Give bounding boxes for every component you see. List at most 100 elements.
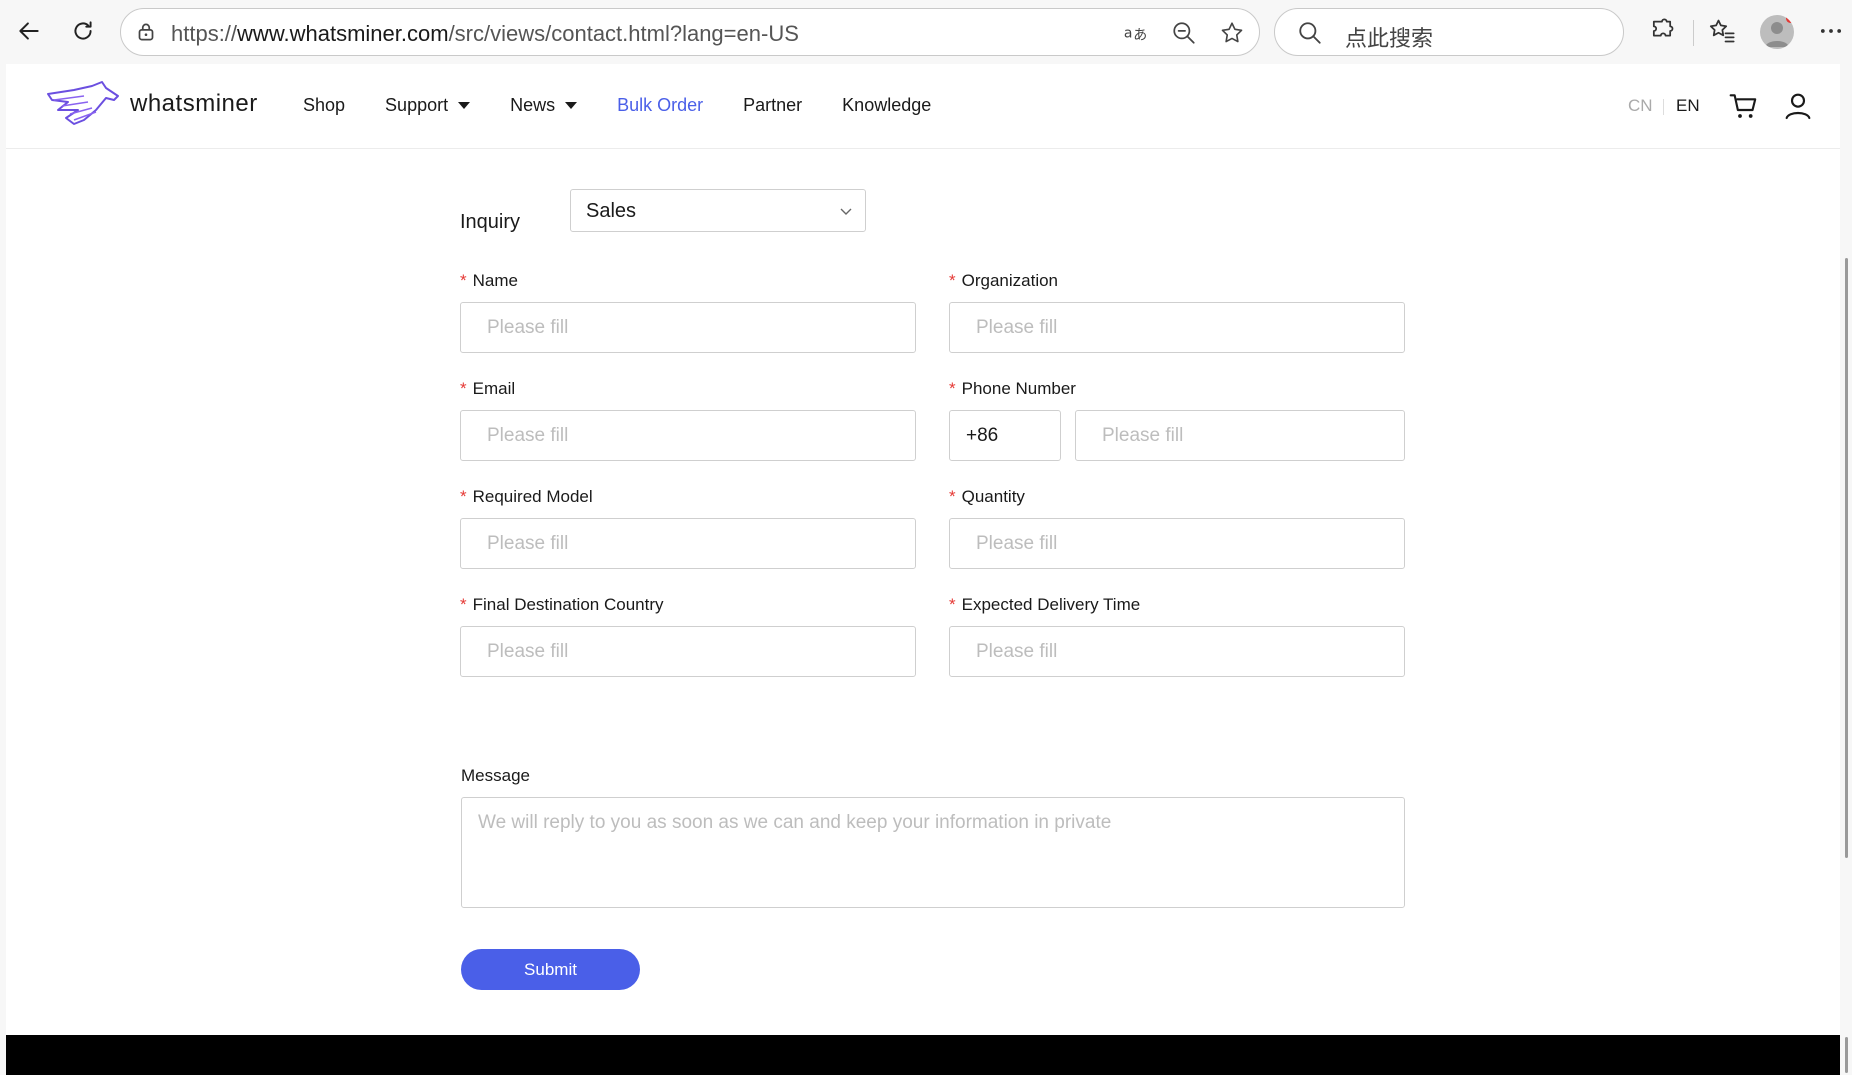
delivery-input[interactable] bbox=[950, 627, 1404, 676]
more-menu-button[interactable] bbox=[1814, 14, 1848, 48]
nav-support[interactable]: Support bbox=[385, 95, 471, 116]
lang-en[interactable]: EN bbox=[1676, 96, 1700, 116]
reload-icon bbox=[74, 21, 92, 40]
cart-icon[interactable] bbox=[1728, 90, 1760, 122]
caret-down-icon bbox=[458, 102, 471, 109]
required-mark: * bbox=[949, 379, 956, 398]
favorites-list-icon bbox=[1709, 19, 1735, 43]
site-footer bbox=[6, 1035, 1840, 1075]
nav-partner-label: Partner bbox=[743, 95, 803, 115]
name-label: Name bbox=[472, 271, 518, 290]
page-scrollbar[interactable] bbox=[1840, 64, 1852, 1075]
nav-knowledge-label: Knowledge bbox=[842, 95, 932, 115]
chevron-down-icon bbox=[840, 208, 852, 215]
favorites-button[interactable] bbox=[1705, 14, 1739, 48]
lang-cn[interactable]: CN bbox=[1628, 96, 1653, 116]
url-domain: www.whatsminer.com bbox=[237, 21, 449, 46]
delivery-field: * Expected Delivery Time bbox=[949, 593, 1405, 677]
quantity-field: * Quantity bbox=[949, 485, 1405, 569]
message-label: Message bbox=[461, 766, 530, 785]
inquiry-selected-value: Sales bbox=[586, 200, 637, 222]
nav-news[interactable]: News bbox=[510, 95, 578, 116]
scrollbar-thumb-secondary[interactable] bbox=[1845, 1037, 1848, 1073]
quantity-input[interactable] bbox=[950, 519, 1404, 568]
name-field: * Name bbox=[460, 269, 916, 353]
model-label: Required Model bbox=[472, 487, 593, 506]
country-code-value: +86 bbox=[966, 425, 999, 446]
inquiry-label: Inquiry bbox=[460, 211, 521, 233]
url-path: /src/views/contact.html?lang=en-US bbox=[448, 21, 799, 46]
site-header: whatsminer Shop Support News Bulk Order … bbox=[6, 64, 1840, 149]
toolbar-divider bbox=[1693, 20, 1694, 46]
phone-input[interactable] bbox=[1076, 411, 1404, 460]
brand-name: whatsminer bbox=[130, 90, 258, 117]
arrow-left-icon bbox=[19, 22, 39, 40]
nav-news-label: News bbox=[510, 95, 556, 115]
message-field: Message bbox=[461, 764, 1405, 913]
url-prefix: https:// bbox=[171, 21, 238, 46]
translate-button[interactable]: aあ bbox=[1121, 18, 1151, 48]
extensions-button[interactable] bbox=[1645, 14, 1679, 48]
star-icon bbox=[1221, 22, 1243, 43]
inquiry-select[interactable]: Sales bbox=[570, 189, 866, 232]
zoom-out-icon bbox=[1173, 22, 1195, 44]
notification-dot bbox=[1786, 15, 1794, 23]
site-info-icon[interactable] bbox=[133, 19, 159, 45]
nav-bulk-order[interactable]: Bulk Order bbox=[617, 95, 703, 116]
name-input[interactable] bbox=[461, 303, 915, 352]
search-placeholder: 点此搜索 bbox=[1345, 27, 1434, 52]
country-code-select[interactable]: +86 bbox=[949, 410, 1061, 461]
nav-shop[interactable]: Shop bbox=[303, 95, 345, 116]
user-icon[interactable] bbox=[1782, 90, 1814, 122]
country-label: Final Destination Country bbox=[472, 595, 664, 614]
caret-down-icon bbox=[565, 102, 578, 109]
site-logo[interactable]: whatsminer bbox=[44, 80, 258, 128]
search-icon bbox=[1299, 22, 1321, 44]
email-field: * Email bbox=[460, 377, 916, 461]
address-bar[interactable]: https://www.whatsminer.com/src/views/con… bbox=[120, 8, 1260, 56]
required-mark: * bbox=[460, 271, 467, 290]
email-input[interactable] bbox=[461, 411, 915, 460]
url-text[interactable]: https://www.whatsminer.com/src/views/con… bbox=[171, 21, 799, 47]
required-mark: * bbox=[949, 487, 956, 506]
required-mark: * bbox=[949, 595, 956, 614]
country-field: * Final Destination Country bbox=[460, 593, 916, 677]
model-input[interactable] bbox=[461, 519, 915, 568]
browser-search-box[interactable]: 点此搜索 bbox=[1274, 8, 1624, 56]
web-page: whatsminer Shop Support News Bulk Order … bbox=[6, 64, 1840, 1075]
nav-support-label: Support bbox=[385, 95, 449, 115]
more-dots-icon bbox=[1820, 29, 1842, 33]
back-button[interactable] bbox=[12, 14, 46, 48]
phone-field: * Phone Number +86 bbox=[949, 377, 1405, 461]
required-mark: * bbox=[460, 595, 467, 614]
delivery-label: Expected Delivery Time bbox=[961, 595, 1141, 614]
translate-icon: aあ bbox=[1124, 26, 1147, 44]
email-label: Email bbox=[472, 379, 516, 398]
browser-toolbar: https://www.whatsminer.com/src/views/con… bbox=[0, 0, 1852, 64]
required-mark: * bbox=[460, 487, 467, 506]
horse-logo-icon bbox=[47, 81, 119, 125]
required-mark: * bbox=[460, 379, 467, 398]
quantity-label: Quantity bbox=[961, 487, 1025, 506]
submit-button[interactable]: Submit bbox=[461, 949, 640, 990]
zoom-out-button[interactable] bbox=[1169, 18, 1199, 48]
svg-text:a: a bbox=[1124, 26, 1133, 42]
favorite-button[interactable] bbox=[1217, 18, 1247, 48]
reload-button[interactable] bbox=[66, 14, 100, 48]
phone-label: Phone Number bbox=[961, 379, 1076, 398]
message-textarea[interactable] bbox=[461, 797, 1405, 908]
lang-divider bbox=[1663, 99, 1664, 115]
puzzle-icon bbox=[1652, 18, 1674, 37]
nav-bulk-order-label: Bulk Order bbox=[617, 95, 704, 115]
scrollbar-thumb[interactable] bbox=[1845, 258, 1848, 858]
country-input[interactable] bbox=[461, 627, 915, 676]
nav-partner[interactable]: Partner bbox=[743, 95, 802, 116]
organization-field: * Organization bbox=[949, 269, 1405, 353]
profile-avatar[interactable] bbox=[1760, 15, 1794, 49]
model-field: * Required Model bbox=[460, 485, 916, 569]
nav-shop-label: Shop bbox=[303, 95, 346, 115]
required-mark: * bbox=[949, 271, 956, 290]
nav-knowledge[interactable]: Knowledge bbox=[842, 95, 931, 116]
organization-input[interactable] bbox=[950, 303, 1404, 352]
main-nav: Shop Support News Bulk Order Partner Kno… bbox=[303, 95, 971, 116]
